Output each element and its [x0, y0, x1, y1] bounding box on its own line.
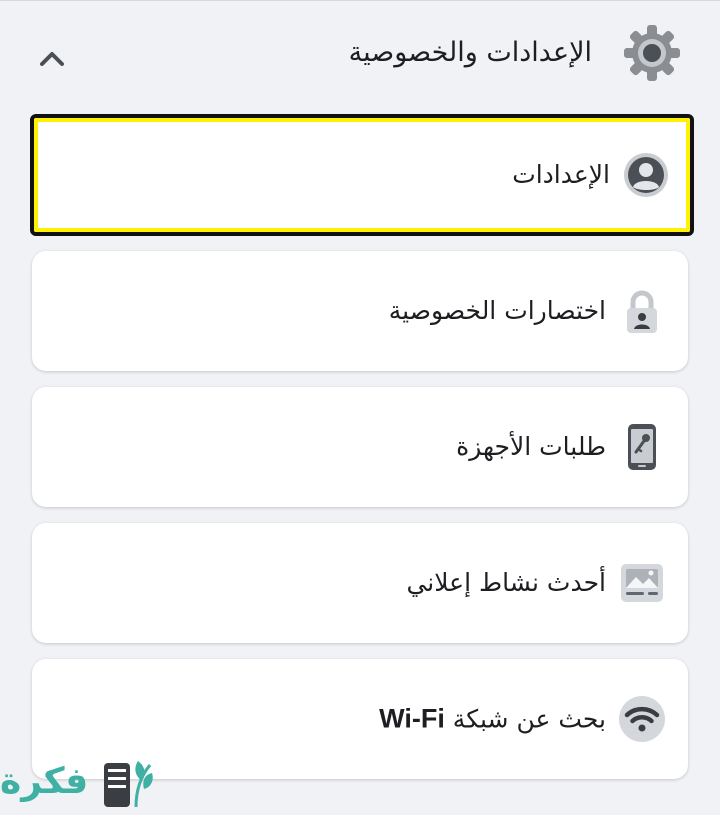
wifi-label-bold: Wi-Fi: [379, 703, 445, 734]
watermark-text: فكرة: [0, 761, 89, 802]
wifi-icon: [618, 695, 666, 743]
page-title: الإعدادات والخصوصية: [348, 37, 592, 68]
wifi-label-prefix: بحث عن شبكة: [444, 704, 606, 734]
menu-item-privacy-shortcuts[interactable]: اختصارات الخصوصية: [32, 251, 688, 371]
menu-item-label: اختصارات الخصوصية: [388, 296, 606, 325]
menu-item-settings[interactable]: الإعدادات: [30, 114, 694, 236]
menu-item-label: أحدث نشاط إعلاني: [406, 568, 606, 597]
menu-item-label: الإعدادات: [512, 160, 610, 189]
watermark: فكرة: [0, 747, 160, 813]
menu-item-label: بحث عن شبكة Wi-Fi: [379, 701, 606, 738]
menu-item-device-requests[interactable]: طلبات الأجهزة: [32, 387, 688, 507]
menu-item-recent-ad-activity[interactable]: أحدث نشاط إعلاني: [32, 523, 688, 643]
chevron-up-icon[interactable]: [36, 45, 68, 73]
phone-key-icon: [618, 423, 666, 471]
watermark-logo: [98, 751, 154, 811]
settings-privacy-header[interactable]: الإعدادات والخصوصية: [0, 1, 720, 109]
gear-icon: [622, 23, 682, 83]
lock-icon: [618, 287, 666, 335]
profile-icon: [622, 151, 670, 199]
ad-image-icon: [618, 559, 666, 607]
menu-item-label: طلبات الأجهزة: [456, 432, 606, 461]
